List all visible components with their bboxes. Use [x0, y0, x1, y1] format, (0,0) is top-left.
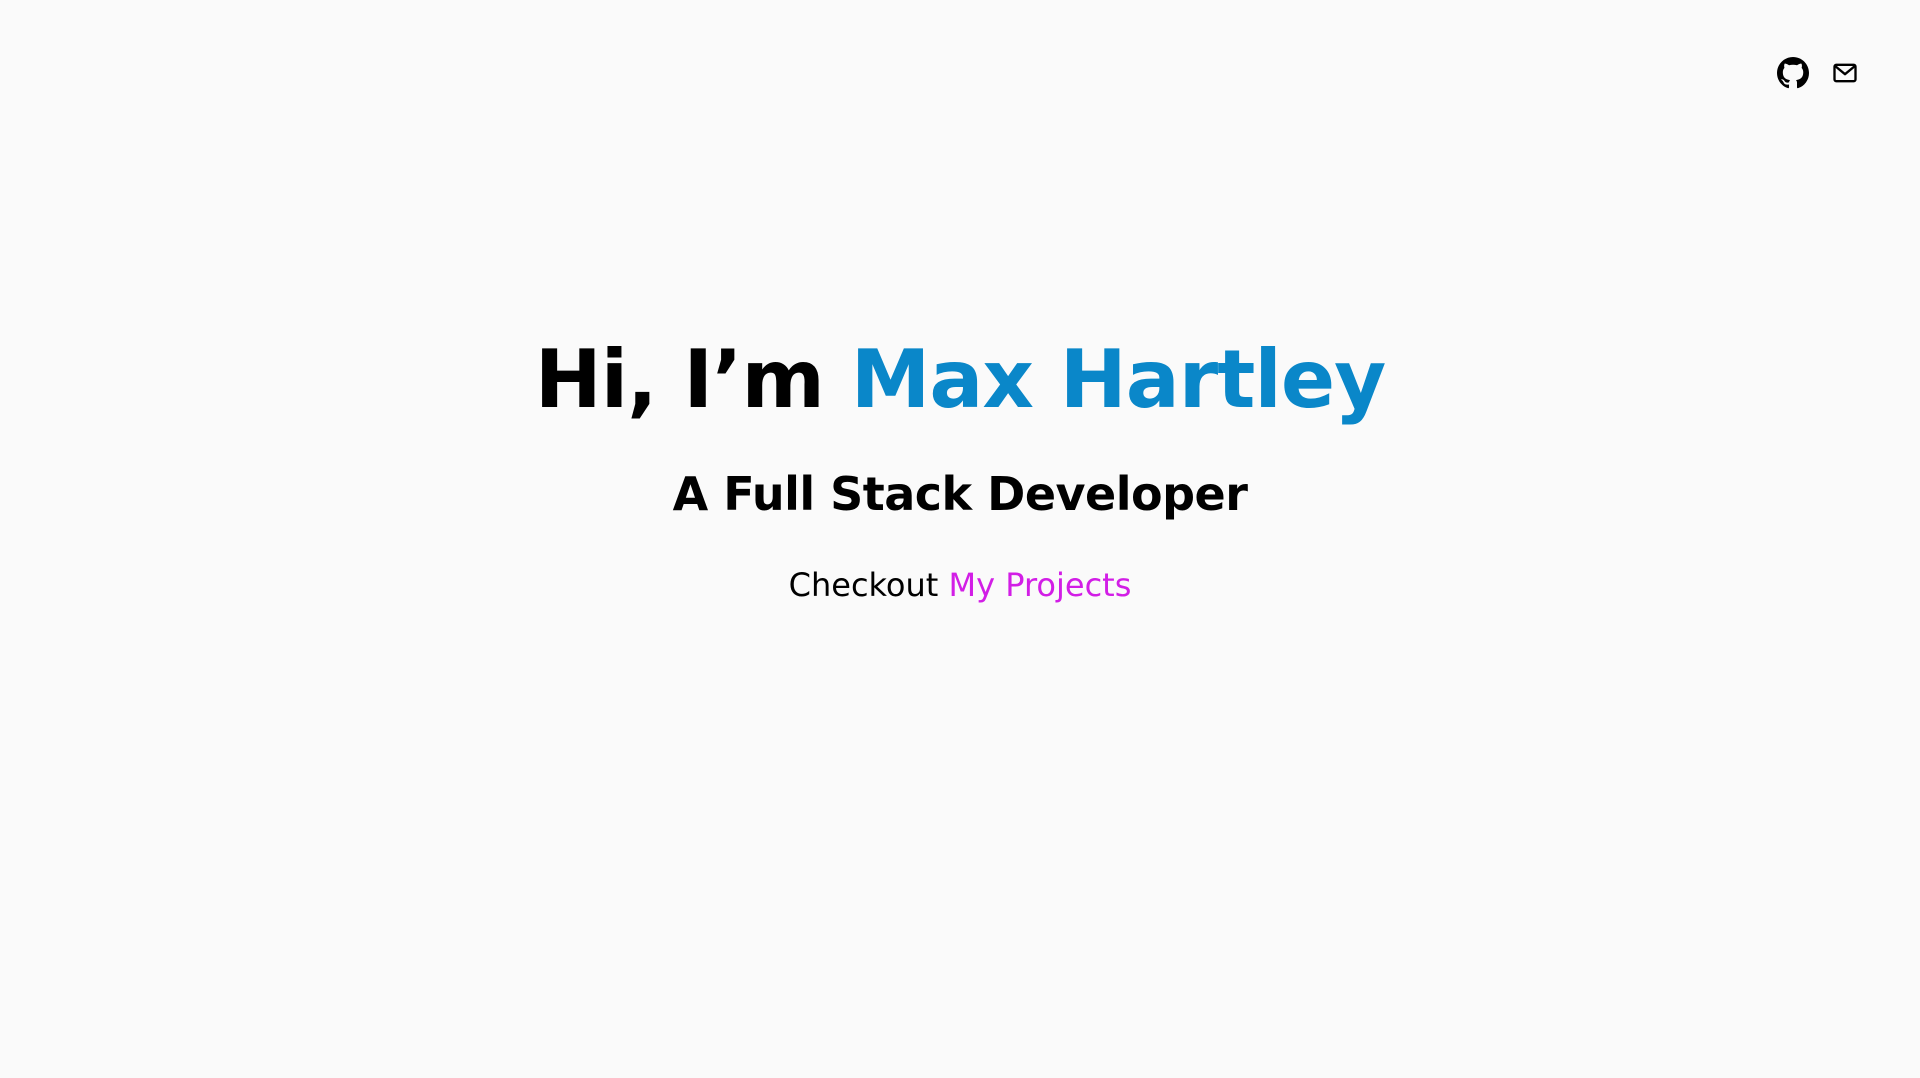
cta-prefix: Checkout	[788, 566, 939, 604]
hero-section: Hi, I’m Max Hartley A Full Stack Develop…	[0, 330, 1920, 606]
tagline: A Full Stack Developer	[672, 467, 1248, 521]
mail-icon[interactable]	[1828, 56, 1862, 90]
page: Hi, I’m Max Hartley A Full Stack Develop…	[0, 0, 1920, 1078]
github-icon[interactable]	[1776, 56, 1810, 90]
top-nav	[1776, 56, 1862, 90]
headline: Hi, I’m Max Hartley	[0, 330, 1920, 430]
greeting-text: Hi, I’m	[534, 333, 825, 426]
my-projects-link[interactable]: My Projects	[949, 566, 1132, 604]
cta-line: Checkout My Projects	[0, 564, 1920, 606]
developer-name: Max Hartley	[850, 333, 1387, 426]
